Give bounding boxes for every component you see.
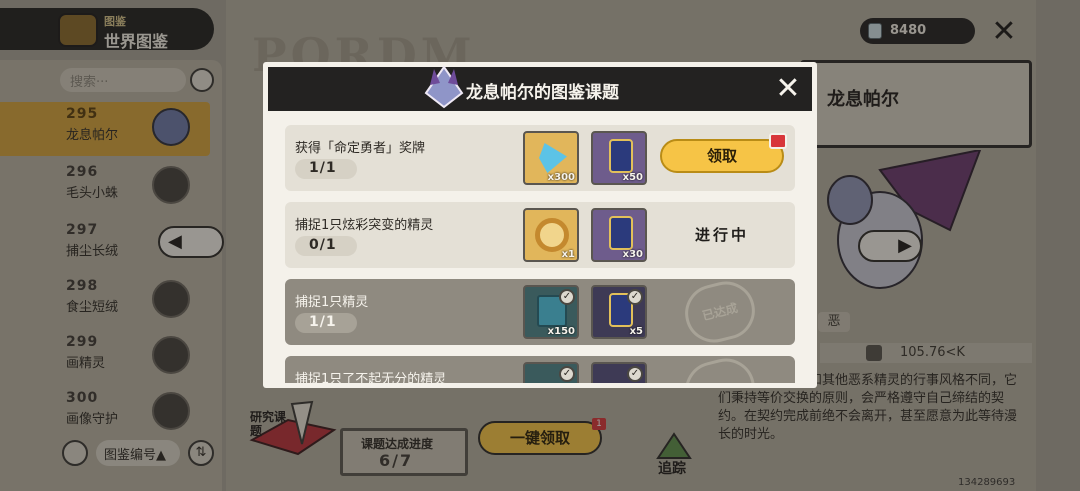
modal-title: 龙息帕尔的图鉴课题: [466, 83, 619, 103]
task-row: 捕捉1只了不起无分的精灵 ✓ ✓: [285, 352, 795, 383]
ticket-icon: [609, 216, 633, 250]
check-icon: ✓: [627, 289, 643, 305]
reward-quantity: x30: [622, 249, 643, 260]
task-progress: 0/1: [295, 236, 357, 256]
crystal-icon: [539, 143, 567, 173]
pal-head-icon: [424, 65, 464, 109]
check-icon: ✓: [627, 366, 643, 382]
reward-item[interactable]: ✓: [591, 362, 647, 383]
reward-quantity: x5: [629, 326, 643, 337]
task-row: 捕捉1只炫彩突变的精灵 0/1 x1 x30 进行中: [285, 202, 795, 268]
check-icon: ✓: [559, 289, 575, 305]
reward-quantity: x300: [547, 172, 575, 183]
task-name: 捕捉1只炫彩突变的精灵: [295, 218, 434, 233]
claim-button[interactable]: 领取: [660, 139, 784, 173]
modal-header: 龙息帕尔的图鉴课题 ✕: [268, 65, 812, 111]
task-name: 获得「命定勇者」奖牌: [295, 141, 426, 156]
close-icon[interactable]: ✕: [772, 73, 804, 105]
task-name: 捕捉1只了不起无分的精灵: [295, 372, 447, 383]
task-progress: 1/1: [295, 159, 357, 179]
completed-stamp: 已达成: [679, 275, 761, 349]
task-status: 进行中: [694, 226, 749, 244]
ticket-icon: [609, 139, 633, 173]
task-row: 获得「命定勇者」奖牌 1/1 x300 x50 领取: [285, 125, 795, 191]
reward-item[interactable]: ✓: [523, 362, 579, 383]
task-name: 捕捉1只精灵: [295, 295, 369, 310]
reward-quantity: x1: [561, 249, 575, 260]
task-row: 捕捉1只精灵 1/1 ✓ x150 ✓ x5 已达成: [285, 275, 795, 349]
tasks-modal: 龙息帕尔的图鉴课题 ✕ 获得「命定勇者」奖牌 1/1 x300 x50 领取 捕…: [263, 62, 817, 388]
reward-item[interactable]: x30: [591, 208, 647, 262]
gift-icon: [769, 133, 787, 149]
task-list[interactable]: 获得「命定勇者」奖牌 1/1 x300 x50 领取 捕捉1只炫彩突变的精灵 0…: [263, 117, 817, 383]
completed-stamp: [679, 352, 761, 383]
check-icon: ✓: [559, 366, 575, 382]
reward-item[interactable]: x1: [523, 208, 579, 262]
reward-quantity: x50: [622, 172, 643, 183]
reward-item[interactable]: ✓ x5: [591, 285, 647, 339]
task-progress: 1/1: [295, 313, 357, 333]
reward-item[interactable]: x300: [523, 131, 579, 185]
reward-item[interactable]: ✓ x150: [523, 285, 579, 339]
ring-icon: [535, 218, 569, 252]
reward-quantity: x150: [547, 326, 575, 337]
reward-item[interactable]: x50: [591, 131, 647, 185]
